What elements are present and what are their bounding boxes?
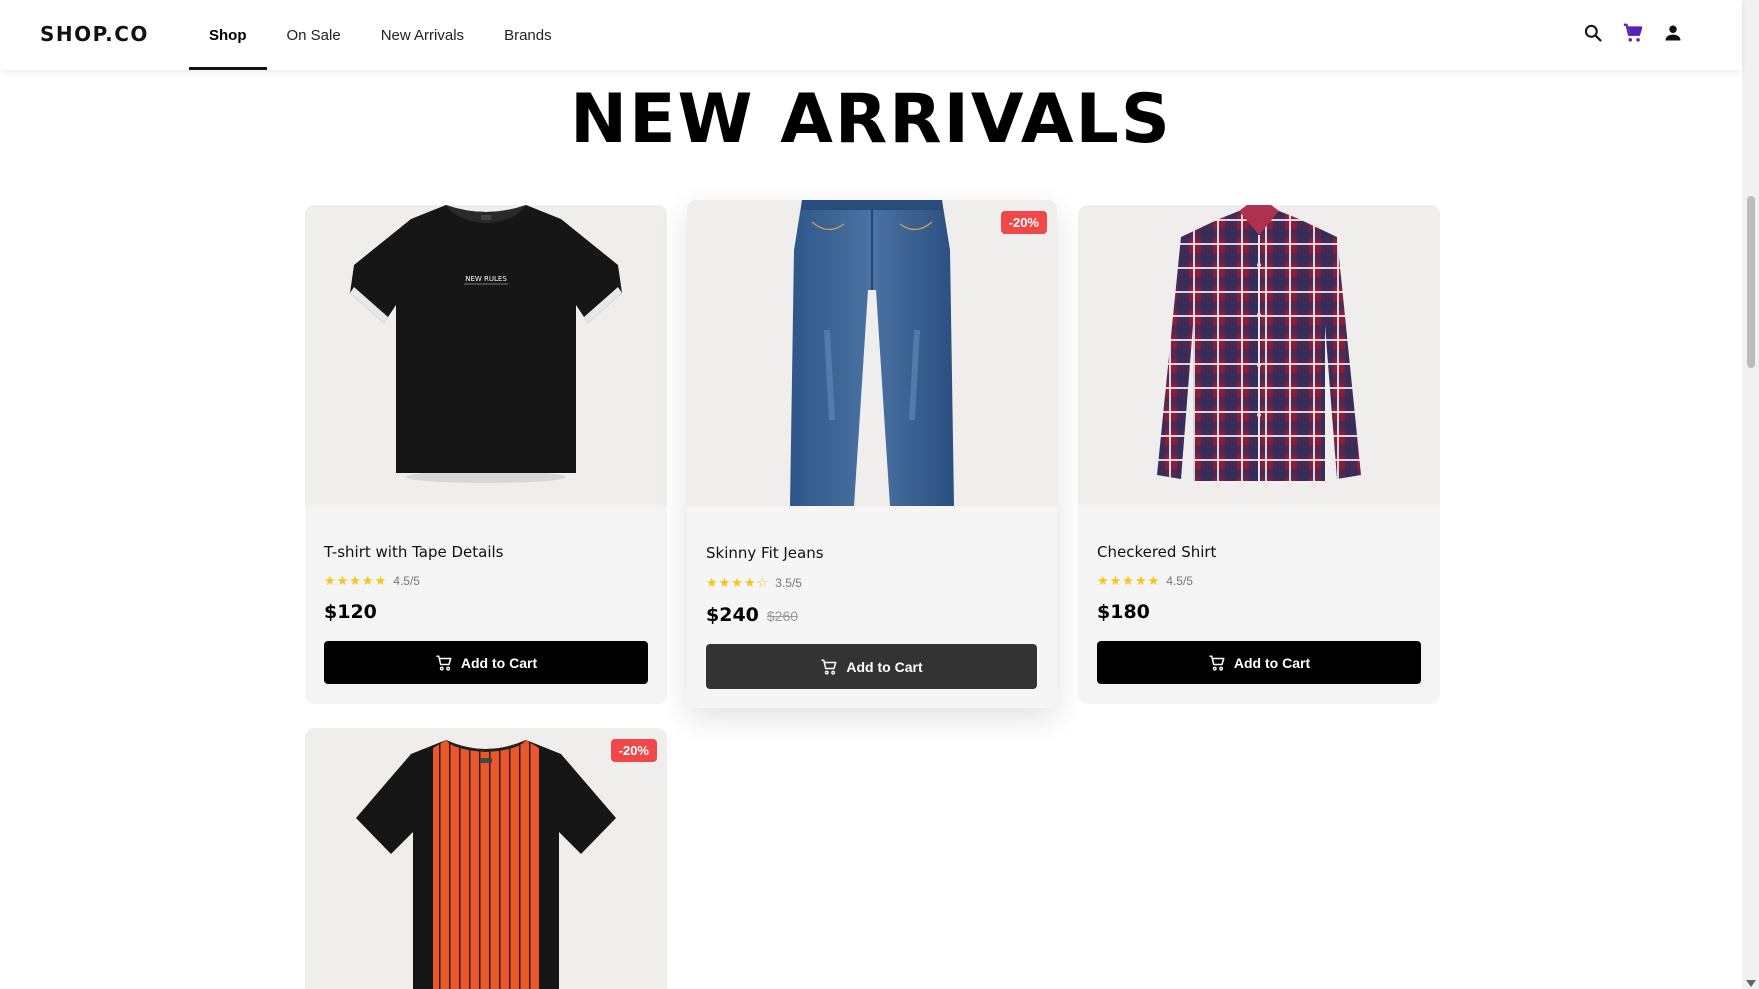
top-navbar: SHOP.CO Shop On Sale New Arrivals Brands: [0, 0, 1742, 70]
page-scrollbar[interactable]: [1742, 0, 1759, 989]
cart-icon[interactable]: [1622, 22, 1644, 44]
search-icon[interactable]: [1582, 22, 1604, 44]
add-to-cart-label: Add to Cart: [460, 654, 538, 671]
product-rating: ★★★★★ 4.5/5: [324, 573, 420, 589]
rating-stars: ★★★★★: [1097, 573, 1161, 588]
product-price: $240 $260: [706, 604, 798, 626]
price-original: $260: [766, 608, 799, 624]
cart-icon: [436, 655, 452, 671]
add-to-cart-button[interactable]: Add to Cart: [1097, 641, 1421, 684]
rating-stars: ★★★★★: [324, 573, 388, 588]
user-icon[interactable]: [1662, 22, 1684, 44]
discount-badge: -20%: [610, 739, 657, 762]
price-current: $120: [324, 601, 377, 623]
rating-stars: ★★★★☆: [706, 575, 770, 590]
add-to-cart-label: Add to Cart: [1233, 654, 1311, 671]
cart-icon: [821, 659, 837, 675]
add-to-cart-button[interactable]: Add to Cart: [706, 644, 1037, 689]
product-image[interactable]: -20%: [305, 728, 667, 989]
product-card[interactable]: Checkered Shirt ★★★★★ 4.5/5 $180 Add to …: [1078, 205, 1440, 704]
striped-tshirt-image: [356, 740, 616, 989]
cart-icon: [1209, 655, 1225, 671]
add-to-cart-button[interactable]: Add to Cart: [324, 641, 648, 684]
nav-brands[interactable]: Brands: [484, 0, 572, 70]
product-name[interactable]: T-shirt with Tape Details: [324, 543, 504, 561]
rating-value: 4.5/5: [1166, 574, 1193, 588]
price-current: $240: [706, 604, 759, 626]
product-price: $180: [1097, 601, 1150, 623]
nav-shop[interactable]: Shop: [189, 0, 267, 70]
product-card[interactable]: NEW RULES T-shirt with Tape Details ★★★★…: [305, 205, 667, 704]
scrollbar-thumb[interactable]: [1747, 196, 1755, 368]
price-current: $180: [1097, 601, 1150, 623]
main-menu: Shop On Sale New Arrivals Brands: [189, 0, 572, 70]
brand-logo[interactable]: SHOP.CO: [40, 22, 149, 46]
product-rating: ★★★★☆ 3.5/5: [706, 575, 802, 591]
product-card[interactable]: -20%: [305, 728, 667, 989]
discount-badge: -20%: [1000, 211, 1047, 234]
add-to-cart-label: Add to Cart: [846, 658, 923, 675]
nav-on-sale[interactable]: On Sale: [267, 0, 361, 70]
product-rating: ★★★★★ 4.5/5: [1097, 573, 1193, 589]
product-image[interactable]: -20%: [687, 200, 1057, 506]
tshirt-image: NEW RULES: [350, 205, 622, 483]
shirt-image: [1157, 205, 1361, 481]
product-image[interactable]: NEW RULES: [305, 205, 667, 505]
rating-value: 4.5/5: [393, 574, 420, 588]
rating-value: 3.5/5: [775, 576, 802, 590]
product-price: $120: [324, 601, 377, 623]
svg-text:NEW RULES: NEW RULES: [465, 275, 507, 283]
nav-new-arrivals[interactable]: New Arrivals: [361, 0, 484, 70]
page-title: NEW ARRIVALS: [570, 80, 1172, 159]
product-image[interactable]: [1078, 205, 1440, 505]
jeans-image: [790, 200, 954, 506]
nav-actions: [1582, 22, 1684, 44]
scroll-down-arrow-icon[interactable]: [1746, 980, 1756, 987]
product-card[interactable]: -20% Skinny Fit Jeans ★★★★☆ 3.5/5 $240 $…: [687, 200, 1057, 708]
product-name[interactable]: Checkered Shirt: [1097, 543, 1216, 561]
product-name[interactable]: Skinny Fit Jeans: [706, 544, 824, 562]
